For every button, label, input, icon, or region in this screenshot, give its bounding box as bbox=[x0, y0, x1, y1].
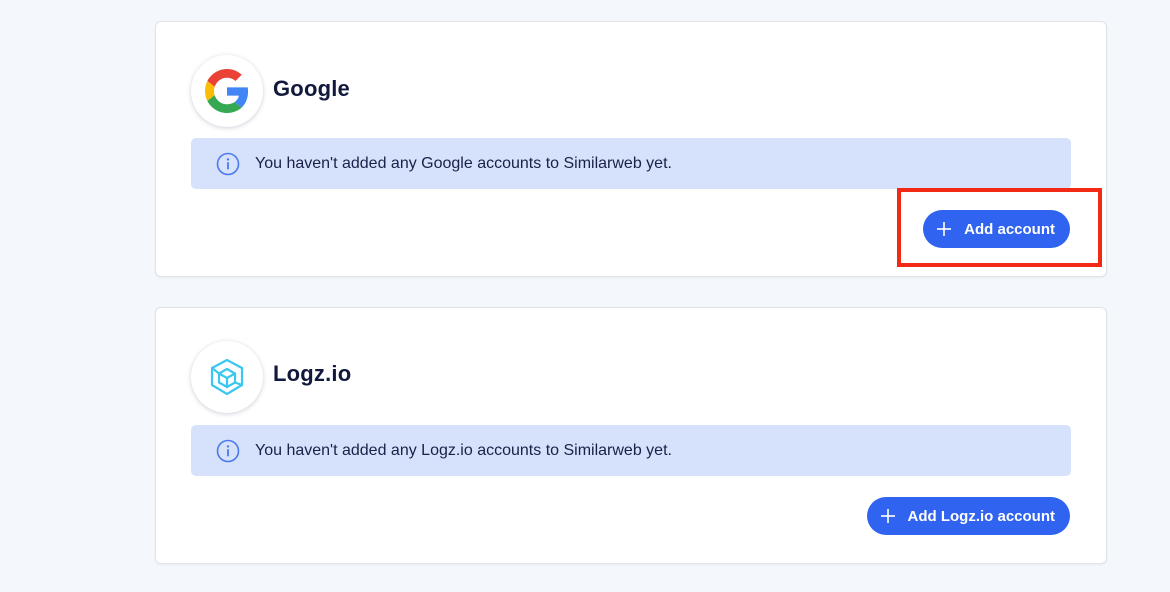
google-provider-card: Google You haven't added any Google acco… bbox=[155, 21, 1107, 277]
provider-title: Google bbox=[273, 76, 350, 101]
logzio-provider-card: Logz.io You haven't added any Logz.io ac… bbox=[155, 307, 1107, 564]
add-account-button-label: Add account bbox=[964, 220, 1055, 238]
plus-icon bbox=[937, 222, 952, 236]
info-notice: You haven't added any Logz.io accounts t… bbox=[191, 425, 1071, 476]
notice-text: You haven't added any Google accounts to… bbox=[255, 154, 672, 172]
notice-text: You haven't added any Logz.io accounts t… bbox=[255, 441, 672, 459]
google-g-icon bbox=[205, 69, 249, 113]
add-account-button[interactable]: Add account bbox=[923, 210, 1070, 248]
info-circle-icon bbox=[215, 438, 241, 464]
info-circle-icon bbox=[215, 151, 241, 177]
google-logo bbox=[191, 55, 263, 127]
add-logzio-account-button[interactable]: Add Logz.io account bbox=[866, 497, 1070, 535]
plus-icon bbox=[880, 509, 895, 523]
add-logzio-account-button-label: Add Logz.io account bbox=[907, 507, 1056, 525]
provider-title: Logz.io bbox=[273, 361, 352, 386]
logzio-logo bbox=[191, 341, 263, 413]
logzio-cube-icon bbox=[210, 358, 244, 396]
info-notice: You haven't added any Google accounts to… bbox=[191, 138, 1071, 189]
